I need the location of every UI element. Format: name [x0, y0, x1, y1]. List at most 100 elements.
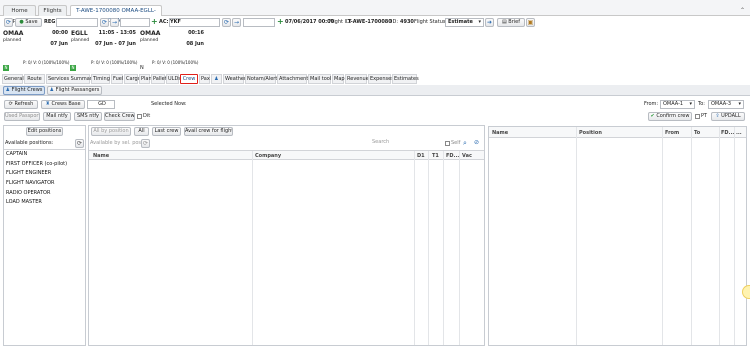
column-name[interactable]: Name [492, 129, 508, 137]
leg-time: 00:16 [188, 30, 204, 36]
leg-2[interactable]: EGLL 11:05 - 13:05 planned 07 Jun - 07 J… [71, 30, 138, 72]
tab-mail-tool[interactable]: Mail tool [308, 74, 331, 84]
used-passport-button[interactable]: Used Passport [4, 112, 40, 121]
column-fd[interactable]: FD... [721, 129, 734, 137]
tab-fuel[interactable]: Fuel [111, 74, 123, 84]
id-label: ID: [391, 19, 399, 25]
tab-attachments[interactable]: Attachments [277, 74, 311, 84]
filter-avail-crew[interactable]: Avail crew for flight [184, 127, 233, 136]
refresh-icon[interactable]: ⟳ [4, 18, 13, 27]
base-input[interactable]: GD [87, 100, 115, 109]
confirm-crew-button[interactable]: ✔ Confirm crew [648, 112, 692, 121]
reg-input[interactable] [56, 18, 98, 27]
grid-divider [576, 127, 577, 345]
search-input[interactable]: Search [350, 139, 440, 148]
updall-button[interactable]: ⇪ UPDALL [711, 112, 745, 121]
column-to[interactable]: To [694, 129, 700, 137]
add-ac-icon[interactable]: + [151, 18, 159, 27]
column-company[interactable]: Company [255, 152, 281, 160]
list-item[interactable]: LOAD MASTER [6, 198, 42, 206]
tab-route[interactable]: Route [24, 74, 45, 84]
tab-ulds[interactable]: ULDs [166, 74, 181, 84]
list-item[interactable]: FIRST OFFICER (co-pilot) [6, 160, 67, 168]
list-item[interactable]: RADIO OPERATOR [6, 189, 50, 197]
save-button[interactable]: ● Save [15, 18, 42, 27]
column-fd[interactable]: FD... [446, 152, 459, 160]
ac-extra-input[interactable] [243, 18, 275, 27]
crews-base-icon: ♜ [45, 101, 50, 107]
flight-status-select[interactable]: Estimate ▾ [445, 18, 484, 27]
filter-all-by-position[interactable]: All by position [91, 127, 131, 136]
leg-date: 07 Jun [50, 41, 68, 47]
subtab-flight-crews[interactable]: ♟ Flight Crews [3, 86, 45, 95]
status-go-icon[interactable]: ➜ [485, 18, 494, 27]
tab-estimates[interactable]: Estimates [392, 74, 419, 84]
ac-refresh-icon[interactable]: ⟳ [222, 18, 231, 27]
leg-pax: P: 0/ V: 0 (100%/100%) [91, 60, 138, 65]
subtab-flight-passangers[interactable]: ♟ Flight Passangers [47, 86, 102, 95]
tab-cargo[interactable]: Cargo [124, 74, 141, 84]
leg-1[interactable]: OMAA 00:00 planned 07 Jun P: 0/ V: 0 (10… [3, 30, 69, 72]
column-position[interactable]: Position [579, 129, 602, 137]
column-more[interactable]: ... [736, 129, 742, 137]
column-t1[interactable]: T1 [432, 152, 439, 160]
grid-divider [428, 151, 429, 345]
column-vac[interactable]: Vac [462, 152, 472, 160]
positions-refresh-icon[interactable]: ⟳ [75, 139, 84, 148]
clear-icon[interactable]: ⊘ [474, 139, 479, 146]
tab-home-page[interactable]: Home page [3, 5, 36, 24]
crew-subtab-bar [0, 85, 750, 96]
tab-crew[interactable]: Crew [180, 74, 198, 84]
to-select[interactable]: OMAA-3 ▾ [708, 100, 744, 109]
edit-positions-button[interactable]: Edit positions [26, 127, 63, 136]
reg-arrow-icon[interactable]: → [110, 18, 119, 27]
tab-flights[interactable]: Flights [38, 5, 67, 16]
ac-input[interactable] [169, 18, 220, 27]
check-crew-button[interactable]: Check Crew [104, 112, 135, 121]
list-item[interactable]: CAPTAIN [6, 150, 27, 158]
tab-revenue[interactable]: Revenue [345, 74, 369, 84]
pt-checkbox[interactable] [695, 114, 700, 119]
column-name[interactable]: Name [93, 152, 109, 160]
self-checkbox[interactable] [445, 141, 450, 146]
available-by-pos-label: Available by sel. posit.: [90, 140, 148, 146]
mail-ntfy-button[interactable]: Mail ntfy [43, 112, 71, 121]
ac-arrow-icon[interactable]: → [232, 18, 241, 27]
chevron-down-icon: ▾ [738, 101, 741, 107]
available-refresh-icon[interactable]: ⟳ [141, 139, 150, 148]
sms-ntfy-button[interactable]: SMS ntfy [74, 112, 102, 121]
reg-refresh-icon[interactable]: ⟳ [100, 18, 109, 27]
reg-extra-input[interactable] [120, 18, 150, 27]
tab-expenses[interactable]: Expenses [368, 74, 394, 84]
tab-weather[interactable]: Weather [223, 74, 246, 84]
leg-3[interactable]: OMAA 00:16 planned 08 Jun P: 0/ V: 0 (10… [140, 30, 204, 72]
tab-timing[interactable]: Timing [91, 74, 110, 84]
window-minimize-icon[interactable]: ⌃ [740, 7, 745, 14]
tab-services-summary[interactable]: Services Summary [46, 74, 95, 84]
self-label: Self [451, 140, 461, 146]
tab-plan[interactable]: Plan [139, 74, 152, 84]
tools-icon[interactable]: ▣ [526, 18, 535, 27]
filter-all[interactable]: All [134, 127, 149, 136]
tab-map[interactable]: Map [332, 74, 345, 84]
cursor-highlight [742, 285, 750, 299]
brief-button[interactable]: ▤ Brief [497, 18, 525, 27]
tab-pax[interactable]: Pax [199, 74, 210, 84]
add-flight-icon[interactable]: + [277, 18, 285, 27]
list-item[interactable]: FLIGHT NAVIGATOR [6, 179, 55, 187]
search-icon[interactable]: ⌕ [463, 139, 467, 148]
column-from[interactable]: From [665, 129, 679, 137]
from-select[interactable]: OMAA-1 ▾ [660, 100, 695, 109]
filter-last-crew[interactable]: Last crew [152, 127, 181, 136]
column-d1[interactable]: D1 [417, 152, 425, 160]
crews-base-button[interactable]: ♜ Crews Base [41, 100, 85, 109]
tab-flight-detail[interactable]: T-AWE-1700080 OMAA-EGLL-OMAA [70, 5, 162, 24]
dit-checkbox[interactable] [137, 114, 142, 119]
refresh-button[interactable]: ⟳ Refresh [4, 100, 38, 109]
list-item[interactable]: FLIGHT ENGINEER [6, 169, 51, 177]
tab-notam-alerts[interactable]: Notam/Alerts [245, 74, 280, 84]
leg-state: planned [3, 38, 22, 43]
tab-pallets[interactable]: Pallets [151, 74, 169, 84]
tab-user[interactable]: ♟ [211, 74, 222, 84]
tab-general[interactable]: General [2, 74, 24, 84]
